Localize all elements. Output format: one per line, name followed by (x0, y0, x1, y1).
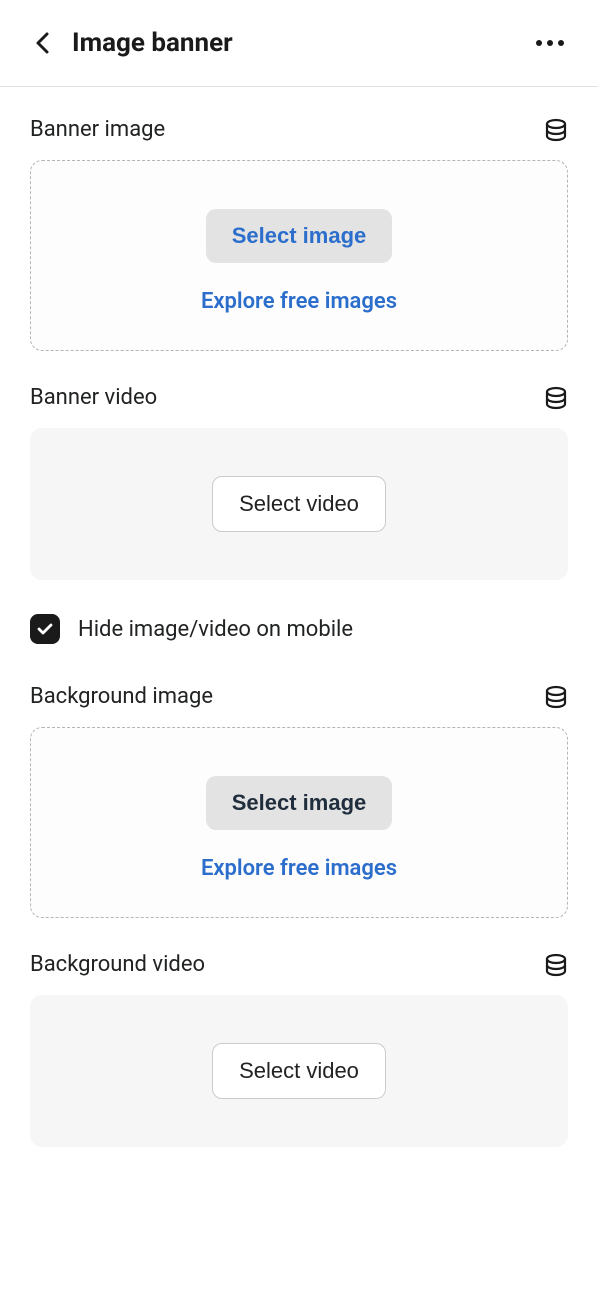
section-label: Banner video (30, 385, 157, 410)
background-video-section: Background video Select video (30, 952, 568, 1147)
explore-free-images-link[interactable]: Explore free images (201, 856, 397, 881)
database-icon[interactable] (544, 685, 568, 709)
select-image-button[interactable]: Select image (206, 776, 393, 830)
panel-content: Banner image Select image Explore free i… (0, 87, 598, 1211)
back-button[interactable] (30, 31, 54, 55)
section-label: Background video (30, 952, 205, 977)
banner-video-section: Banner video Select video (30, 385, 568, 580)
section-header: Background image (30, 684, 568, 709)
chevron-left-icon (36, 32, 49, 54)
database-icon[interactable] (544, 953, 568, 977)
explore-free-images-link[interactable]: Explore free images (201, 289, 397, 314)
page-title: Image banner (72, 28, 532, 58)
checkmark-icon (36, 620, 54, 638)
select-video-button[interactable]: Select video (212, 1043, 386, 1099)
hide-mobile-row: Hide image/video on mobile (30, 614, 568, 644)
background-image-section: Background image Select image Explore fr… (30, 684, 568, 918)
more-menu-button[interactable] (532, 36, 568, 50)
select-video-button[interactable]: Select video (212, 476, 386, 532)
hide-mobile-checkbox[interactable] (30, 614, 60, 644)
select-image-button[interactable]: Select image (206, 209, 393, 263)
image-dropzone[interactable]: Select image Explore free images (30, 727, 568, 918)
banner-image-section: Banner image Select image Explore free i… (30, 117, 568, 351)
image-dropzone[interactable]: Select image Explore free images (30, 160, 568, 351)
section-header: Background video (30, 952, 568, 977)
panel-header: Image banner (0, 0, 598, 87)
hide-mobile-label: Hide image/video on mobile (78, 617, 353, 642)
section-label: Banner image (30, 117, 165, 142)
video-dropzone[interactable]: Select video (30, 428, 568, 580)
database-icon[interactable] (544, 386, 568, 410)
section-label: Background image (30, 684, 213, 709)
section-header: Banner image (30, 117, 568, 142)
dots-horizontal-icon (536, 40, 542, 46)
section-header: Banner video (30, 385, 568, 410)
video-dropzone[interactable]: Select video (30, 995, 568, 1147)
database-icon[interactable] (544, 118, 568, 142)
